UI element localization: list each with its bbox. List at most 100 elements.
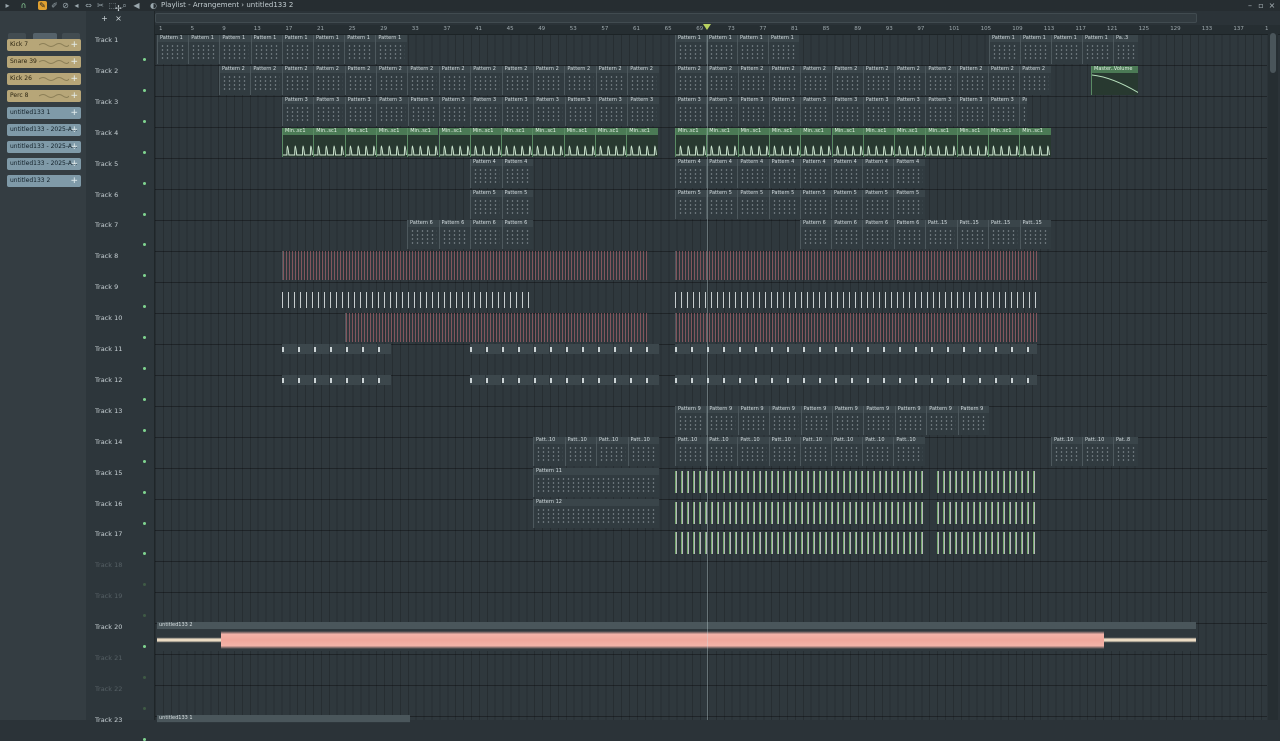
playlist-clip[interactable]: Pattern 5 (501, 189, 533, 219)
track-mute-led[interactable] (143, 645, 146, 649)
slice-icon[interactable]: ✂ (96, 1, 105, 10)
track-label[interactable]: Track 13 (95, 407, 122, 415)
playlist-clip[interactable]: Pattern 5 (737, 189, 769, 219)
playlist-clip[interactable]: Patt..10 (533, 436, 565, 466)
playlist-clip[interactable]: Pattern 4 (737, 158, 769, 188)
track-mute-led[interactable] (143, 181, 146, 185)
playlist-clip[interactable]: Pattern 2 (956, 65, 988, 95)
playlist-clip[interactable]: Patt..15 (988, 220, 1020, 250)
audio-slices[interactable] (937, 470, 1037, 493)
playhead-marker[interactable] (703, 24, 711, 30)
picker-item[interactable]: Kick 26 + (7, 73, 81, 85)
playlist-clip[interactable]: Pattern 9 (737, 405, 770, 435)
automation-clip[interactable]: Min..sc1 (344, 127, 376, 157)
audio-clip[interactable]: untitled133 2 (157, 622, 1196, 652)
playlist-clip[interactable]: Pattern 4 (768, 158, 800, 188)
playlist-clip[interactable]: Pattern 5 (862, 189, 894, 219)
playlist-clip[interactable]: Pattern 1 (219, 35, 251, 64)
audio-slices[interactable] (675, 470, 925, 493)
playlist-clip[interactable]: Pattern 2 (894, 65, 926, 95)
automation-clip[interactable]: Min..sc1 (768, 127, 801, 157)
playlist-clip[interactable]: Pattern 2 (219, 65, 251, 95)
track-label[interactable]: Track 12 (95, 376, 122, 384)
playlist-clip[interactable]: Pattern 1 (706, 35, 737, 64)
playlist-clip[interactable]: Patt..15 (956, 220, 988, 250)
playlist-clip[interactable]: Pattern 3 (768, 96, 801, 126)
playlist-clip[interactable]: Pattern 3 (407, 96, 439, 126)
playlist-clip[interactable]: Pattern 3 (894, 96, 926, 126)
delete-icon[interactable]: ⊘ (61, 1, 70, 10)
playlist-clip[interactable]: Pat..8 (1113, 436, 1138, 466)
playlist-clip[interactable]: Pattern 2 (988, 65, 1020, 95)
playlist-clip[interactable]: Patt..10 (862, 436, 894, 466)
playlist-clip[interactable]: Pattern 3 (862, 96, 895, 126)
playlist-clip[interactable]: Pattern 1 (344, 35, 376, 64)
playlist-clip[interactable]: Patt..10 (706, 436, 738, 466)
playlist-clip[interactable]: Pattern 2 (831, 65, 863, 95)
audio-slices[interactable] (282, 251, 649, 281)
playlist-clip[interactable]: Pattern 9 (863, 405, 895, 435)
audio-slices[interactable] (675, 501, 925, 524)
playlist-clip[interactable]: Pattern 9 (675, 405, 707, 435)
automation-clip[interactable]: Min..sc1 (563, 127, 595, 157)
add-icon[interactable]: + (70, 107, 78, 119)
playlist-clip[interactable]: Pattern 2 (862, 65, 895, 95)
playlist-clip[interactable]: Pattern 3 (564, 96, 596, 126)
playlist-clip[interactable]: Pattern 3 (344, 96, 377, 126)
track-mute-led[interactable] (143, 88, 146, 92)
playlist-clip[interactable]: Pattern 6 (438, 220, 470, 250)
playlist-clip[interactable]: Pattern 1 (675, 35, 706, 64)
playlist-clip[interactable]: Pattern 1 (188, 35, 220, 64)
playlist-clip[interactable]: Pattern 9 (926, 405, 958, 435)
automation-clip[interactable]: Min..sc1 (894, 127, 926, 157)
playback-icon[interactable]: ◀ (132, 1, 141, 10)
playlist-clip[interactable]: Pattern 2 (501, 65, 533, 95)
playlist-clip[interactable]: Patt..10 (831, 436, 863, 466)
automation-clip[interactable]: Min..sc1 (675, 127, 707, 157)
track-label[interactable]: Track 10 (95, 314, 122, 322)
playlist-clip[interactable]: Pattern 2 (564, 65, 596, 95)
track-label[interactable]: Track 11 (95, 345, 122, 353)
track-label[interactable]: Track 7 (95, 221, 118, 229)
playlist-clip[interactable]: Pattern 9 (832, 405, 864, 435)
menu-arrow-icon[interactable]: ▸ (3, 1, 12, 10)
track-label[interactable]: Track 16 (95, 500, 122, 508)
track-mute-led[interactable] (143, 428, 146, 432)
playlist-clip[interactable]: Pattern 1 (1051, 35, 1082, 64)
add-icon[interactable]: + (70, 175, 78, 187)
playlist-clip[interactable]: Pattern 2 (675, 65, 707, 95)
audio-slices[interactable] (282, 344, 391, 354)
playlist-clip[interactable]: Pattern 1 (768, 35, 799, 64)
playlist-clip[interactable]: Pattern 3 (313, 96, 345, 126)
automation-clip[interactable]: Min..sc1 (501, 127, 533, 157)
playlist-clip[interactable]: Pattern 9 (706, 405, 738, 435)
picker-item[interactable]: Snare 39 + (7, 56, 81, 68)
track-label[interactable]: Track 4 (95, 129, 118, 137)
track-label[interactable]: Track 5 (95, 160, 118, 168)
playlist-clip[interactable]: Pattern 1 (313, 35, 345, 64)
playlist-clip[interactable]: Pattern 9 (800, 405, 832, 435)
track-label[interactable]: Track 18 (95, 561, 122, 569)
track-label[interactable]: Track 19 (95, 592, 122, 600)
playlist-clip[interactable]: Pattern 5 (768, 189, 800, 219)
track-label[interactable]: Track 3 (95, 98, 118, 106)
playlist-clip[interactable]: Pattern 4 (501, 158, 533, 188)
playlist-clip[interactable]: Patt..10 (893, 436, 925, 466)
draw-icon[interactable]: ✎ (38, 1, 47, 10)
minimize-icon[interactable]: – (1246, 1, 1254, 10)
add-track-icon[interactable]: + (100, 14, 109, 23)
playlist-clip[interactable]: Pattern 5 (675, 189, 707, 219)
track-label[interactable]: Track 8 (95, 252, 118, 260)
remove-icon[interactable]: × (114, 14, 123, 23)
track-label[interactable]: Track 14 (95, 438, 122, 446)
playlist-clip[interactable]: Patt..10 (799, 436, 831, 466)
playlist-clip[interactable]: Pattern 5 (470, 189, 502, 219)
track-label[interactable]: Track 1 (95, 36, 118, 44)
track-label[interactable]: Track 21 (95, 654, 122, 662)
magnet-icon[interactable]: ∩ (19, 1, 28, 10)
audio-slices[interactable] (282, 374, 391, 385)
audio-slices[interactable] (937, 532, 1037, 555)
track-mute-led[interactable] (143, 490, 146, 494)
audio-slices[interactable] (345, 313, 649, 343)
track-label[interactable]: Track 20 (95, 623, 122, 631)
